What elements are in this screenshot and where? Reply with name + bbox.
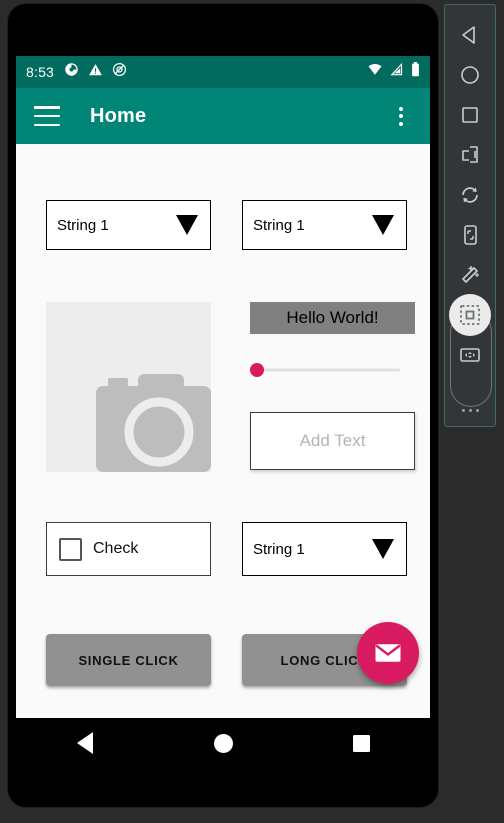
app-bar: Home (16, 88, 430, 144)
seekbar-track (256, 368, 400, 372)
page-title: Home (90, 104, 147, 127)
emulator-back-button[interactable] (448, 15, 492, 55)
device-screenshot-icon (464, 225, 477, 245)
nav-home-button[interactable] (193, 733, 253, 753)
image-view-placeholder[interactable] (46, 302, 211, 472)
back-triangle-icon (77, 732, 93, 754)
spinner-top-right-value: String 1 (253, 216, 305, 234)
spinner-bottom-right-value: String 1 (253, 540, 305, 558)
recents-square-icon (352, 734, 370, 752)
spinner-bottom-right[interactable]: String 1 (242, 522, 407, 576)
hello-world-label: Hello World! (286, 308, 379, 327)
device-screen: 8:53 Home String 1 String 1 Hello World!… (16, 56, 430, 718)
emulator-window: 8:53 Home String 1 String 1 Hello World!… (0, 0, 504, 823)
android-navigation-bar (16, 718, 430, 768)
rotate-icon (462, 187, 478, 203)
emulator-toolbar (444, 4, 496, 427)
app-content: String 1 String 1 Hello World! Add Text … (16, 144, 430, 718)
overview-square-icon (462, 107, 478, 123)
seekbar-thumb[interactable] (250, 363, 264, 377)
emulator-rotate-button[interactable] (448, 175, 492, 215)
long-click-button-label: LONG CLICK (280, 652, 369, 668)
emulator-more-button[interactable] (461, 409, 479, 412)
emulator-record-button[interactable] (448, 255, 492, 295)
spinner-top-left[interactable]: String 1 (46, 200, 211, 250)
wifi-icon (367, 63, 383, 81)
more-dots-icon (461, 409, 465, 412)
hamburger-menu-icon[interactable] (34, 106, 60, 126)
nav-recents-button[interactable] (331, 734, 391, 752)
emulator-layout-inspector-button[interactable] (448, 294, 492, 336)
check-checkbox[interactable]: Check (46, 522, 211, 576)
more-dots-icon (468, 409, 472, 412)
home-circle-icon (461, 66, 479, 84)
fold-device-icon (462, 146, 478, 163)
emulator-resize-button[interactable] (448, 335, 492, 375)
status-bar-clock: 8:53 (26, 64, 55, 80)
camera-icon (96, 374, 211, 472)
status-bar-left-icons (64, 62, 127, 82)
spinner-top-right[interactable]: String 1 (242, 200, 407, 250)
warning-icon (88, 63, 103, 82)
checkbox-label: Check (93, 540, 139, 557)
status-bar: 8:53 (16, 56, 430, 88)
emulator-home-button[interactable] (448, 55, 492, 95)
emulator-fold-button[interactable] (448, 135, 492, 175)
spinner-top-left-value: String 1 (57, 216, 109, 234)
home-circle-icon (213, 733, 233, 753)
magic-wand-pencil-icon (462, 266, 479, 283)
more-dots-icon (475, 409, 479, 412)
device-frame: 8:53 Home String 1 String 1 Hello World!… (8, 4, 438, 807)
status-bar-right-icons (367, 62, 420, 82)
add-text-placeholder: Add Text (299, 431, 366, 450)
do-not-disturb-icon (112, 62, 127, 82)
cellular-signal-icon (390, 62, 404, 81)
checkbox-box-icon[interactable] (59, 537, 82, 561)
emulator-screenshot-button[interactable] (448, 215, 492, 255)
seekbar[interactable] (250, 360, 400, 380)
envelope-icon (375, 644, 401, 662)
dashed-square-icon (460, 305, 480, 325)
add-text-input[interactable]: Add Text (250, 412, 415, 470)
emulator-overview-button[interactable] (448, 95, 492, 135)
sync-icon (64, 62, 79, 82)
back-triangle-icon (462, 26, 475, 44)
single-click-button-label: SINGLE CLICK (78, 652, 179, 668)
dropdown-arrow-icon (176, 215, 198, 235)
resize-frame-icon (460, 348, 480, 362)
dropdown-arrow-icon (372, 215, 394, 235)
nav-back-button[interactable] (55, 732, 115, 754)
single-click-button[interactable]: SINGLE CLICK (46, 634, 211, 686)
battery-icon (411, 62, 420, 82)
dropdown-arrow-icon (372, 539, 394, 559)
hello-world-text: Hello World! (250, 302, 415, 334)
overflow-menu-icon[interactable] (390, 105, 412, 127)
email-fab[interactable] (357, 622, 419, 684)
